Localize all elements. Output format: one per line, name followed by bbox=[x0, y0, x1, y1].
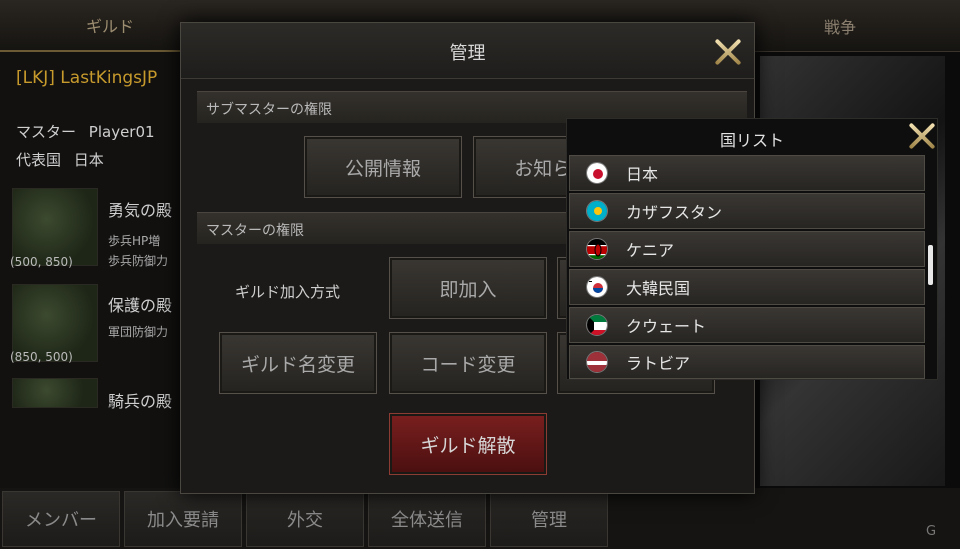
tab-members[interactable]: メンバー bbox=[2, 491, 120, 547]
guild-master-row: マスター Player01 bbox=[16, 121, 155, 142]
building-name: 保護の殿 bbox=[108, 296, 173, 315]
site-logo: G bbox=[926, 524, 937, 539]
tab-war[interactable]: 戦争 bbox=[740, 0, 940, 52]
join-method-label: ギルド加入方式 bbox=[235, 283, 341, 301]
building-name: 騎兵の殿 bbox=[108, 392, 173, 411]
dialog-title: 管理 bbox=[449, 43, 486, 64]
master-label: マスター bbox=[16, 123, 77, 141]
country-label: 代表国 bbox=[16, 151, 62, 169]
flag-kazakhstan-icon bbox=[586, 200, 608, 222]
flag-kuwait-icon bbox=[586, 314, 608, 336]
country-name: ラトビア bbox=[626, 354, 691, 373]
building-effect: 歩兵HP増 bbox=[108, 234, 161, 248]
country-value: 日本 bbox=[73, 151, 104, 169]
disband-guild-button[interactable]: ギルド解散 bbox=[389, 413, 547, 475]
country-item-kazakhstan[interactable]: カザフスタン bbox=[569, 193, 925, 229]
join-method-button[interactable]: 即加入 bbox=[389, 257, 547, 319]
building-effect: 軍団防御力 bbox=[108, 325, 169, 339]
tab-management[interactable]: 管理 bbox=[490, 491, 608, 547]
tab-diplomacy[interactable]: 外交 bbox=[246, 491, 364, 547]
flag-south-korea-icon bbox=[586, 276, 608, 298]
country-item-japan[interactable]: 日本 bbox=[569, 155, 925, 191]
guild-country-row: 代表国 日本 bbox=[16, 149, 104, 170]
tab-broadcast[interactable]: 全体送信 bbox=[368, 491, 486, 547]
country-name: ケニア bbox=[626, 241, 675, 260]
close-icon[interactable] bbox=[713, 37, 743, 67]
country-list-title: 国リスト bbox=[719, 131, 784, 150]
building-coord[interactable]: (500, 850) bbox=[10, 255, 73, 269]
country-list-scrollbar[interactable] bbox=[928, 245, 933, 285]
country-list-panel: 国リスト 日本 カザフスタン ケニア 大韓民国 クウェート ラトビア bbox=[566, 118, 938, 380]
rename-guild-button[interactable]: ギルド名変更 bbox=[219, 332, 377, 394]
close-icon[interactable] bbox=[907, 121, 937, 151]
country-name: カザフスタン bbox=[626, 203, 723, 222]
country-item-south-korea[interactable]: 大韓民国 bbox=[569, 269, 925, 305]
flag-kenya-icon bbox=[586, 238, 608, 260]
tab-join-requests[interactable]: 加入要請 bbox=[124, 491, 242, 547]
building-effect: 歩兵防御力 bbox=[108, 254, 169, 268]
country-name: クウェート bbox=[626, 317, 707, 336]
building-name: 勇気の殿 bbox=[108, 201, 173, 220]
country-item-latvia[interactable]: ラトビア bbox=[569, 345, 925, 379]
building-image[interactable] bbox=[12, 378, 98, 408]
master-name: Player01 bbox=[88, 123, 155, 141]
change-code-button[interactable]: コード変更 bbox=[389, 332, 547, 394]
country-item-kenya[interactable]: ケニア bbox=[569, 231, 925, 267]
country-name: 大韓民国 bbox=[626, 279, 691, 298]
flag-latvia-icon bbox=[586, 351, 608, 373]
guild-info-panel bbox=[0, 52, 190, 488]
building-coord[interactable]: (850, 500) bbox=[10, 350, 73, 364]
public-info-button[interactable]: 公開情報 bbox=[304, 136, 462, 198]
country-name: 日本 bbox=[626, 165, 659, 184]
flag-japan-icon bbox=[586, 162, 608, 184]
guild-name: [LKJ] LastKingsJP bbox=[16, 68, 158, 88]
country-item-kuwait[interactable]: クウェート bbox=[569, 307, 925, 343]
